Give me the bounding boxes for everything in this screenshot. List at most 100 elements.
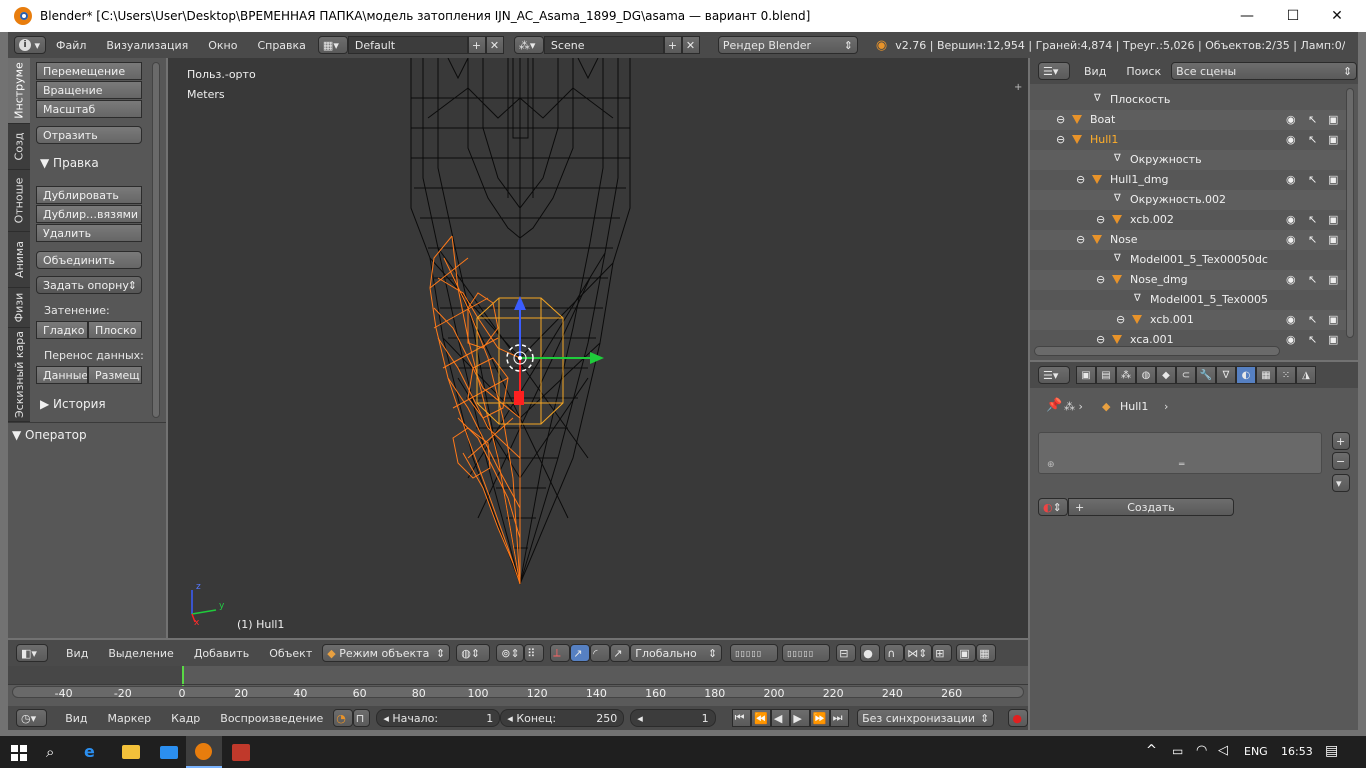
tab-grease-pencil[interactable]: Эскизный кара bbox=[8, 328, 30, 422]
expand-toggle-icon[interactable]: ⊖ bbox=[1056, 133, 1065, 146]
selectable-cursor-icon[interactable]: ↖ bbox=[1308, 173, 1317, 186]
menu-window[interactable]: Окно bbox=[208, 39, 237, 52]
scene-selector-button[interactable]: ⁂ ▾ bbox=[513, 36, 544, 54]
start-windows-icon[interactable] bbox=[11, 745, 27, 761]
tray-volume-icon[interactable]: ◁ bbox=[1218, 743, 1228, 758]
expand-toggle-icon[interactable]: ⊖ bbox=[1076, 233, 1085, 246]
timeline-scrollbar[interactable] bbox=[12, 686, 1024, 698]
object-tab-icon[interactable]: ◆ bbox=[1156, 366, 1176, 384]
lock-range-button[interactable]: ⊓ bbox=[352, 709, 371, 727]
outliner-row[interactable]: ⊖ xcb.001 ◉ ↖ ▣ bbox=[1030, 310, 1348, 330]
renderable-camera-icon[interactable]: ▣ bbox=[1328, 333, 1338, 346]
physics-tab-icon[interactable]: ◮ bbox=[1296, 366, 1316, 384]
scene-name-field[interactable]: Scene bbox=[543, 36, 664, 54]
orientation-dropdown[interactable]: Глобально ⇕ bbox=[630, 644, 723, 662]
render-animation-button[interactable]: ▦ bbox=[976, 644, 997, 662]
rotate-button[interactable]: Вращение bbox=[36, 81, 142, 99]
editor-type-outliner[interactable]: ☰ ▾ bbox=[1038, 62, 1070, 80]
selectable-cursor-icon[interactable]: ↖ bbox=[1308, 213, 1317, 226]
menu-marker[interactable]: Маркер bbox=[108, 712, 152, 725]
selectable-cursor-icon[interactable]: ↖ bbox=[1308, 113, 1317, 126]
edge-browser-icon[interactable]: e bbox=[84, 742, 95, 761]
manipulator-toggle[interactable]: ⟂ bbox=[550, 644, 571, 662]
outliner-row[interactable]: ∇ Окружность bbox=[1030, 150, 1348, 170]
particles-tab-icon[interactable]: ⁙ bbox=[1276, 366, 1296, 384]
scene-remove-button[interactable]: ✕ bbox=[681, 36, 700, 54]
snap-target-button[interactable]: ⊞ bbox=[932, 644, 953, 662]
taskbar-app-icon[interactable] bbox=[232, 744, 250, 761]
outliner-display-dropdown[interactable]: Все сцены ⇕ bbox=[1171, 62, 1358, 80]
menu-playback[interactable]: Воспроизведение bbox=[220, 712, 323, 725]
outliner-row[interactable]: ⊖ Nose_dmg ◉ ↖ ▣ bbox=[1030, 270, 1348, 290]
mail-icon[interactable] bbox=[160, 746, 178, 759]
mirror-button[interactable]: Отразить bbox=[36, 126, 142, 144]
action-center-icon[interactable]: ▤ bbox=[1325, 743, 1338, 759]
layout-add-button[interactable]: + bbox=[467, 36, 486, 54]
outliner-row[interactable]: ∇ Окружность.002 bbox=[1030, 190, 1348, 210]
menu-select[interactable]: Выделение bbox=[108, 647, 174, 660]
scale-button[interactable]: Масштаб bbox=[36, 100, 142, 118]
editor-type-properties[interactable]: ☰ ▾ bbox=[1038, 366, 1070, 384]
tray-language[interactable]: ENG bbox=[1244, 745, 1268, 758]
render-engine-dropdown[interactable]: Рендер Blender ⇕ bbox=[717, 36, 858, 54]
material-tab-icon[interactable]: ◐ bbox=[1236, 366, 1256, 384]
snap-element-dropdown[interactable]: ⋈ ⇕ bbox=[904, 644, 933, 662]
tab-animation[interactable]: Анима bbox=[8, 232, 30, 288]
renderable-camera-icon[interactable]: ▣ bbox=[1328, 173, 1338, 186]
rotate-manipulator-button[interactable]: ◜ bbox=[590, 644, 611, 662]
3d-viewport[interactable]: Польз.-орто Meters + z y x (1) Hull1 bbox=[168, 58, 1028, 638]
close-button[interactable]: ✕ bbox=[1314, 0, 1360, 32]
visibility-eye-icon[interactable]: ◉ bbox=[1286, 133, 1296, 146]
operator-panel-header[interactable]: ▼ Оператор bbox=[12, 428, 87, 442]
outliner-row[interactable]: ∇ Model001_5_Tex00050dc bbox=[1030, 250, 1348, 270]
sync-dropdown[interactable]: Без синхронизации ⇕ bbox=[857, 709, 995, 727]
tray-clock[interactable]: 16:53 bbox=[1281, 745, 1313, 758]
tray-network-icon[interactable]: ▭ bbox=[1172, 744, 1183, 758]
file-explorer-icon[interactable] bbox=[122, 745, 140, 759]
tab-relations[interactable]: Отноше bbox=[8, 170, 30, 232]
outliner-row[interactable]: ∇ Плоскость bbox=[1030, 90, 1348, 110]
search-icon[interactable]: ⌕ bbox=[46, 743, 54, 761]
layout-name-field[interactable]: Default bbox=[347, 36, 468, 54]
expand-toggle-icon[interactable]: ⊖ bbox=[1056, 113, 1065, 126]
mode-dropdown[interactable]: ◆ Режим объекта ⇕ bbox=[322, 644, 451, 662]
renderable-camera-icon[interactable]: ▣ bbox=[1328, 273, 1338, 286]
maximize-button[interactable]: ☐ bbox=[1270, 0, 1316, 32]
tab-create[interactable]: Созд bbox=[8, 124, 30, 170]
renderable-camera-icon[interactable]: ▣ bbox=[1328, 213, 1338, 226]
layers-group-1[interactable]: ▯▯▯▯▯ bbox=[730, 644, 779, 662]
scene-tab-icon[interactable]: ⁂ bbox=[1116, 366, 1136, 384]
outliner-row[interactable]: ⊖ Nose ◉ ↖ ▣ bbox=[1030, 230, 1348, 250]
current-frame-field[interactable]: ◂ 1 bbox=[630, 709, 716, 727]
expand-toggle-icon[interactable]: ⊖ bbox=[1116, 313, 1125, 326]
visibility-eye-icon[interactable]: ◉ bbox=[1286, 333, 1296, 346]
selectable-cursor-icon[interactable]: ↖ bbox=[1308, 233, 1317, 246]
visibility-eye-icon[interactable]: ◉ bbox=[1286, 313, 1296, 326]
layout-selector-button[interactable]: ▦ ▾ bbox=[317, 36, 348, 54]
selectable-cursor-icon[interactable]: ↖ bbox=[1308, 333, 1317, 346]
material-browse-button[interactable]: ◐ ⇕ bbox=[1038, 498, 1068, 516]
expand-toggle-icon[interactable]: ⊖ bbox=[1096, 213, 1105, 226]
duplicate-linked-button[interactable]: Дублир…вязями bbox=[36, 205, 142, 223]
timeline[interactable]: -40 -20 0 20 40 60 80 100 120 140 160 180 200 220 240 2… bbox=[8, 666, 1028, 706]
new-material-button[interactable]: + Создать bbox=[1068, 498, 1234, 516]
jump-start-button[interactable]: ⏮ bbox=[731, 709, 752, 727]
selectable-cursor-icon[interactable]: ↖ bbox=[1308, 313, 1317, 326]
editor-type-3d[interactable]: ◧ ▾ bbox=[16, 644, 48, 662]
menu-object[interactable]: Объект bbox=[269, 647, 312, 660]
expand-toggle-icon[interactable]: ⊖ bbox=[1096, 333, 1105, 346]
tab-tools[interactable]: Инструме bbox=[8, 58, 30, 124]
menu-help[interactable]: Справка bbox=[257, 39, 305, 52]
layout-remove-button[interactable]: ✕ bbox=[485, 36, 504, 54]
lock-layers-button[interactable]: ⊟ bbox=[836, 644, 857, 662]
pivot-only-button[interactable]: ⠿ bbox=[524, 644, 545, 662]
editor-type-timeline[interactable]: ◷ ▾ bbox=[16, 709, 48, 727]
data-transfer-button[interactable]: Данные bbox=[36, 366, 88, 384]
play-reverse-button[interactable]: ◀ bbox=[770, 709, 791, 727]
material-specials-button[interactable]: ▾ bbox=[1332, 474, 1350, 492]
record-button[interactable]: ● bbox=[1008, 709, 1028, 727]
editor-type-info[interactable]: i ▾ bbox=[14, 36, 46, 54]
scale-manipulator-button[interactable]: ↗ bbox=[610, 644, 631, 662]
tray-chevron-icon[interactable]: ^ bbox=[1146, 743, 1157, 758]
tool-shelf-scrollbar[interactable] bbox=[152, 62, 160, 418]
